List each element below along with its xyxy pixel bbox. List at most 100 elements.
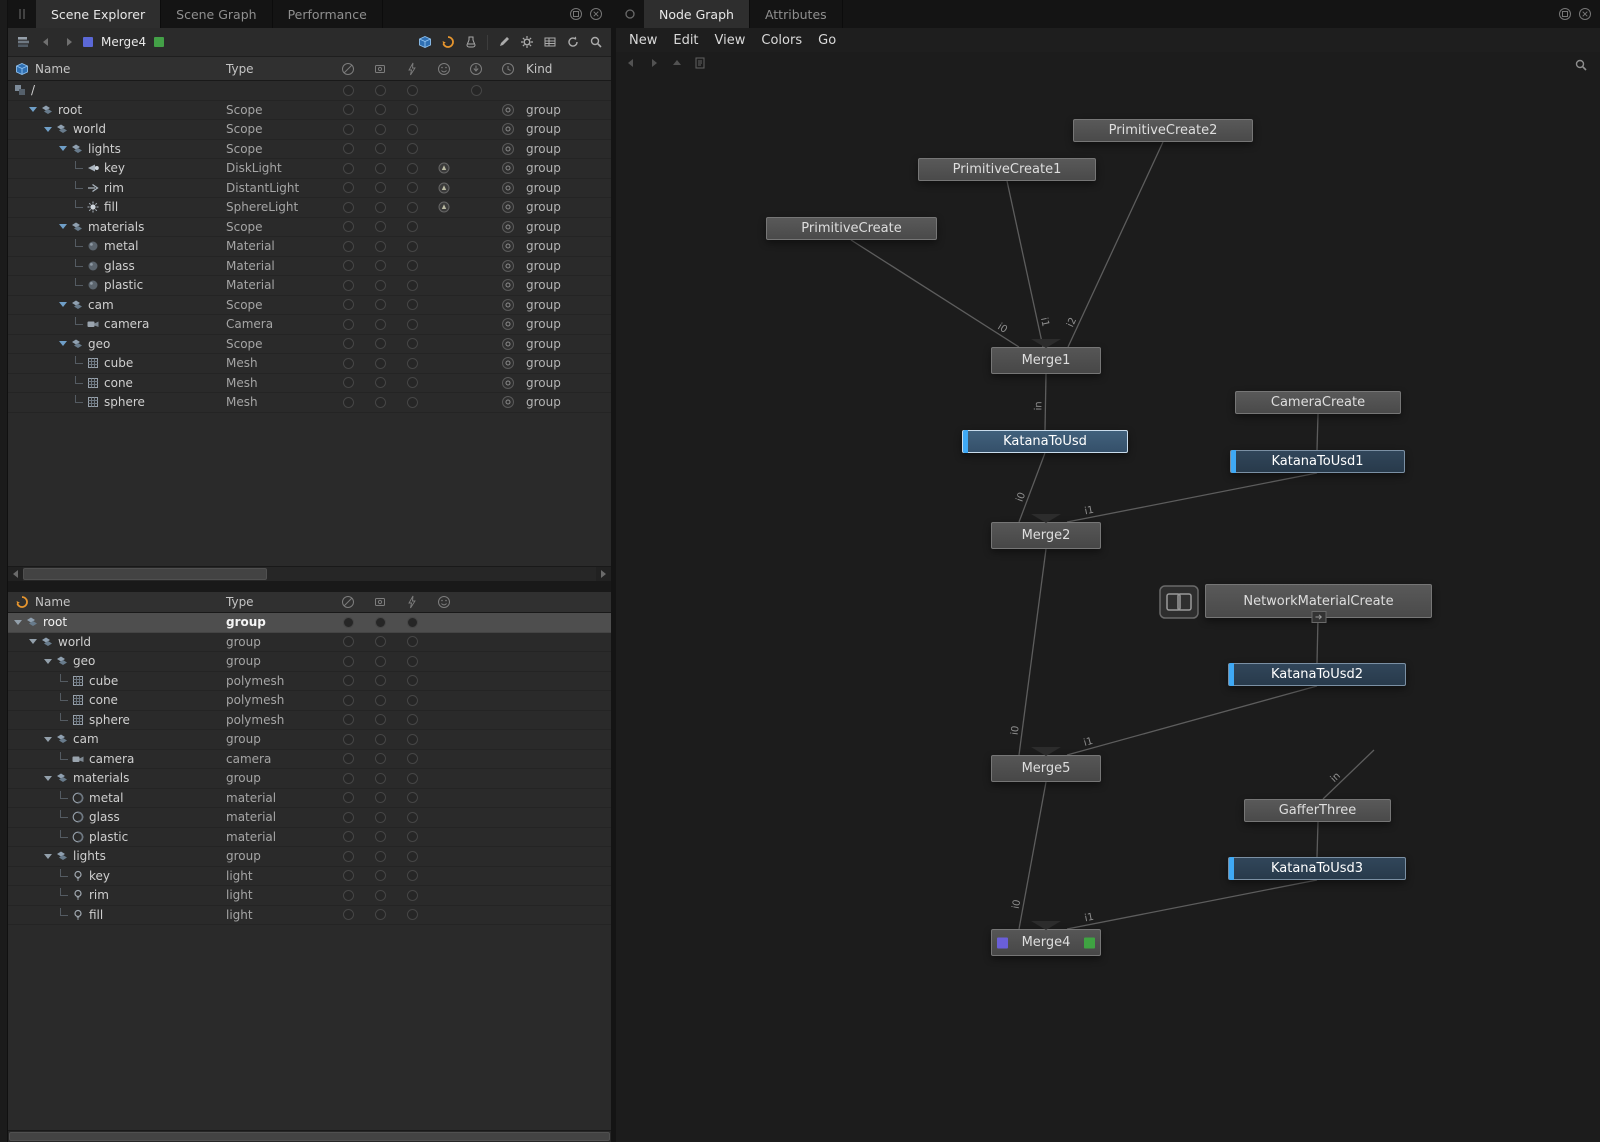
node-gafferthree[interactable]: GafferThree	[1244, 799, 1391, 822]
expander-icon[interactable]	[59, 341, 67, 346]
tab-performance[interactable]: Performance	[273, 0, 383, 28]
toggle-column-header[interactable]	[396, 57, 428, 80]
toggle-circle[interactable]	[375, 124, 386, 135]
lightning-icon[interactable]	[405, 595, 419, 609]
up-arrow-icon[interactable]	[670, 56, 684, 70]
doc-icon[interactable]	[693, 56, 707, 70]
toggle-circle[interactable]	[407, 182, 418, 193]
toggle-circle[interactable]	[375, 338, 386, 349]
toggle-column-header[interactable]	[492, 57, 524, 80]
toggle-circle[interactable]	[375, 397, 386, 408]
toggle-circle[interactable]	[343, 338, 354, 349]
tab-scene-graph[interactable]: Scene Graph	[161, 0, 272, 28]
toggle-circle[interactable]	[407, 675, 418, 686]
render-box-icon[interactable]	[373, 595, 387, 609]
expander-icon[interactable]	[59, 146, 67, 151]
toggle-circle[interactable]	[343, 299, 354, 310]
toggle-circle[interactable]	[375, 377, 386, 388]
expander-icon[interactable]	[14, 620, 22, 625]
clock-icon[interactable]	[501, 62, 515, 76]
toggle-circle[interactable]	[375, 831, 386, 842]
tree-row-camera[interactable]: cameraCameragroup	[8, 315, 611, 335]
tree-row-slash[interactable]: /	[8, 81, 611, 101]
toggle-circle[interactable]	[407, 260, 418, 271]
explorer-hscrollbar[interactable]	[8, 566, 611, 581]
expander-icon[interactable]	[29, 107, 37, 112]
toggle-circle[interactable]	[375, 773, 386, 784]
tree-row-cube[interactable]: cubepolymesh	[8, 672, 611, 692]
toggle-circle[interactable]	[375, 909, 386, 920]
toggle-circle[interactable]	[407, 299, 418, 310]
node-katanatousd3[interactable]: KatanaToUsd3	[1228, 857, 1406, 880]
toggle-circle[interactable]	[375, 182, 386, 193]
toggle-circle[interactable]	[343, 714, 354, 725]
toggle-circle[interactable]	[343, 319, 354, 330]
scroll-right-arrow[interactable]	[596, 567, 611, 581]
toggle-circle[interactable]	[343, 851, 354, 862]
panel-splitter[interactable]	[8, 581, 611, 592]
toggle-circle[interactable]	[407, 377, 418, 388]
menu-item-view[interactable]: View	[707, 33, 754, 48]
toggle-circle[interactable]	[343, 241, 354, 252]
tree-row-sphere[interactable]: sphereMeshgroup	[8, 393, 611, 413]
tree-row-glass[interactable]: glassMaterialgroup	[8, 257, 611, 277]
toggle-circle[interactable]	[375, 104, 386, 115]
close-circle-icon[interactable]	[1578, 7, 1592, 21]
toggle-circle[interactable]	[375, 734, 386, 745]
scroll-track[interactable]	[8, 1131, 611, 1142]
node-katanatousd[interactable]: KatanaToUsd	[962, 430, 1128, 453]
type-column-header[interactable]: Type	[226, 595, 332, 609]
back-arrow-icon[interactable]	[39, 35, 53, 49]
tree-row-key[interactable]: keylight	[8, 867, 611, 887]
toggle-circle[interactable]	[343, 812, 354, 823]
tree-row-lights[interactable]: lightsScopegroup	[8, 140, 611, 160]
tree-row-world[interactable]: worldScopegroup	[8, 120, 611, 140]
node-primitivecreate1[interactable]: PrimitiveCreate1	[918, 158, 1096, 181]
tab-attributes[interactable]: Attributes	[750, 0, 843, 28]
expander-icon[interactable]	[59, 224, 67, 229]
toggle-column-header[interactable]	[492, 592, 524, 612]
toggle-circle[interactable]	[343, 182, 354, 193]
tree-row-plastic[interactable]: plasticMaterialgroup	[8, 276, 611, 296]
node-merge5[interactable]: Merge5	[991, 755, 1101, 782]
toggle-circle[interactable]	[343, 124, 354, 135]
toggle-circle[interactable]	[375, 85, 386, 96]
toggle-circle[interactable]	[343, 202, 354, 213]
toggle-circle[interactable]	[407, 104, 418, 115]
tree-row-fill[interactable]: fillSphereLightgroup	[8, 198, 611, 218]
tree-row-materials[interactable]: materialsScopegroup	[8, 218, 611, 238]
toggle-circle[interactable]	[375, 260, 386, 271]
toggle-circle[interactable]	[375, 870, 386, 881]
download-icon[interactable]	[469, 62, 483, 76]
toggle-circle[interactable]	[375, 299, 386, 310]
tab-scene-explorer[interactable]: Scene Explorer	[36, 0, 161, 28]
back-arrow-icon[interactable]	[624, 56, 638, 70]
toggle-circle[interactable]	[407, 636, 418, 647]
expander-icon[interactable]	[59, 302, 67, 307]
toggle-circle[interactable]	[375, 617, 386, 628]
maximize-circle-icon[interactable]	[569, 7, 583, 21]
usd-tree-hscrollbar[interactable]	[8, 1130, 611, 1142]
node-katanatousd2[interactable]: KatanaToUsd2	[1228, 663, 1406, 686]
toggle-circle[interactable]	[343, 909, 354, 920]
toggle-circle[interactable]	[375, 851, 386, 862]
node-graph-canvas[interactable]: i0i1i2ini0i1i0i1i0ini1PrimitiveCreate2Pr…	[616, 52, 1600, 1142]
toggle-circle[interactable]	[343, 773, 354, 784]
toggle-circle[interactable]	[375, 695, 386, 706]
scroll-thumb[interactable]	[23, 568, 267, 580]
expander-icon[interactable]	[44, 659, 52, 664]
tree-row-sphere[interactable]: spherepolymesh	[8, 711, 611, 731]
toggle-circle[interactable]	[343, 397, 354, 408]
name-column-header[interactable]: Name	[8, 62, 226, 76]
expander-icon[interactable]	[44, 776, 52, 781]
toggle-column-header[interactable]	[332, 57, 364, 80]
refresh-icon[interactable]	[566, 35, 580, 49]
toggle-circle[interactable]	[375, 280, 386, 291]
toggle-circle[interactable]	[343, 163, 354, 174]
toggle-circle[interactable]	[375, 163, 386, 174]
toggle-circle[interactable]	[343, 358, 354, 369]
scroll-thumb[interactable]	[9, 1132, 610, 1141]
toggle-circle[interactable]	[407, 753, 418, 764]
tree-row-root[interactable]: rootScopegroup	[8, 101, 611, 121]
smiley-icon[interactable]	[437, 62, 451, 76]
